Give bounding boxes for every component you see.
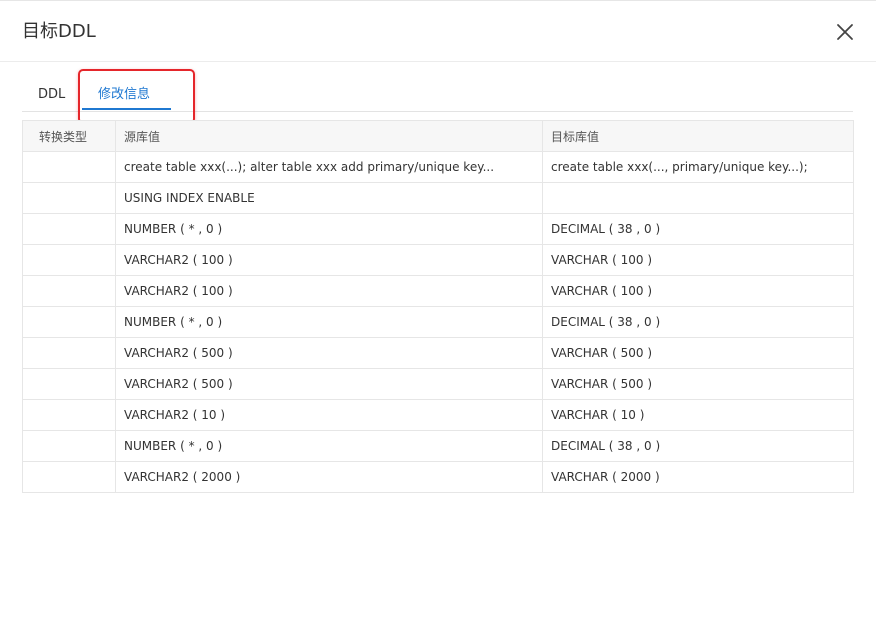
cell-source-value: VARCHAR2 ( 100 ) bbox=[115, 275, 543, 307]
cell-source-value: NUMBER ( * , 0 ) bbox=[115, 430, 543, 462]
cell-source-value: VARCHAR2 ( 10 ) bbox=[115, 399, 543, 431]
cell-target-value: VARCHAR ( 100 ) bbox=[542, 244, 854, 276]
column-header-conversion-type: 转换类型 bbox=[22, 120, 116, 152]
cell-target-value: VARCHAR ( 2000 ) bbox=[542, 461, 854, 493]
cell-source-value: NUMBER ( * , 0 ) bbox=[115, 306, 543, 338]
cell-source-value: VARCHAR2 ( 500 ) bbox=[115, 368, 543, 400]
active-tab-indicator bbox=[82, 108, 171, 110]
cell-conversion-type bbox=[22, 461, 116, 493]
cell-conversion-type bbox=[22, 337, 116, 369]
dialog-title: 目标DDL bbox=[22, 21, 96, 42]
column-header-target-value: 目标库值 bbox=[542, 120, 854, 152]
cell-target-value: DECIMAL ( 38 , 0 ) bbox=[542, 213, 854, 245]
modification-table: 转换类型 源库值 目标库值 create table xxx(...); alt… bbox=[22, 120, 854, 493]
table-row: NUMBER ( * , 0 ) DECIMAL ( 38 , 0 ) bbox=[22, 213, 854, 245]
cell-conversion-type bbox=[22, 182, 116, 214]
table-row: USING INDEX ENABLE bbox=[22, 182, 854, 214]
cell-target-value bbox=[542, 182, 854, 214]
cell-target-value: DECIMAL ( 38 , 0 ) bbox=[542, 430, 854, 462]
cell-conversion-type bbox=[22, 213, 116, 245]
tab-modification-info[interactable]: 修改信息 bbox=[98, 87, 150, 103]
table-row: NUMBER ( * , 0 ) DECIMAL ( 38 , 0 ) bbox=[22, 430, 854, 462]
table-row: VARCHAR2 ( 500 ) VARCHAR ( 500 ) bbox=[22, 368, 854, 400]
tab-bar: DDL 修改信息 bbox=[22, 79, 853, 112]
cell-conversion-type bbox=[22, 275, 116, 307]
cell-target-value: VARCHAR ( 500 ) bbox=[542, 337, 854, 369]
cell-conversion-type bbox=[22, 151, 116, 183]
cell-source-value: VARCHAR2 ( 100 ) bbox=[115, 244, 543, 276]
cell-conversion-type bbox=[22, 244, 116, 276]
tab-ddl[interactable]: DDL bbox=[38, 87, 65, 103]
cell-conversion-type bbox=[22, 306, 116, 338]
cell-source-value: NUMBER ( * , 0 ) bbox=[115, 213, 543, 245]
table-row: VARCHAR2 ( 2000 ) VARCHAR ( 2000 ) bbox=[22, 461, 854, 493]
table-row: VARCHAR2 ( 100 ) VARCHAR ( 100 ) bbox=[22, 244, 854, 276]
cell-target-value: create table xxx(..., primary/unique key… bbox=[542, 151, 854, 183]
dialog-header: 目标DDL bbox=[0, 1, 876, 62]
table-row: VARCHAR2 ( 100 ) VARCHAR ( 100 ) bbox=[22, 275, 854, 307]
ddl-dialog: 目标DDL DDL 修改信息 转换类型 源库值 目标库值 create tabl… bbox=[0, 0, 876, 626]
table-row: VARCHAR2 ( 500 ) VARCHAR ( 500 ) bbox=[22, 337, 854, 369]
table-row: NUMBER ( * , 0 ) DECIMAL ( 38 , 0 ) bbox=[22, 306, 854, 338]
table-body: create table xxx(...); alter table xxx a… bbox=[22, 151, 854, 493]
table-row: VARCHAR2 ( 10 ) VARCHAR ( 10 ) bbox=[22, 399, 854, 431]
column-header-source-value: 源库值 bbox=[115, 120, 543, 152]
cell-conversion-type bbox=[22, 430, 116, 462]
close-icon bbox=[837, 24, 853, 40]
cell-source-value: USING INDEX ENABLE bbox=[115, 182, 543, 214]
close-button[interactable] bbox=[834, 21, 856, 43]
table-header-row: 转换类型 源库值 目标库值 bbox=[22, 120, 854, 152]
cell-target-value: VARCHAR ( 500 ) bbox=[542, 368, 854, 400]
cell-conversion-type bbox=[22, 399, 116, 431]
cell-source-value: VARCHAR2 ( 2000 ) bbox=[115, 461, 543, 493]
cell-source-value: create table xxx(...); alter table xxx a… bbox=[115, 151, 543, 183]
cell-target-value: DECIMAL ( 38 , 0 ) bbox=[542, 306, 854, 338]
table-row: create table xxx(...); alter table xxx a… bbox=[22, 151, 854, 183]
cell-source-value: VARCHAR2 ( 500 ) bbox=[115, 337, 543, 369]
cell-target-value: VARCHAR ( 10 ) bbox=[542, 399, 854, 431]
cell-conversion-type bbox=[22, 368, 116, 400]
cell-target-value: VARCHAR ( 100 ) bbox=[542, 275, 854, 307]
